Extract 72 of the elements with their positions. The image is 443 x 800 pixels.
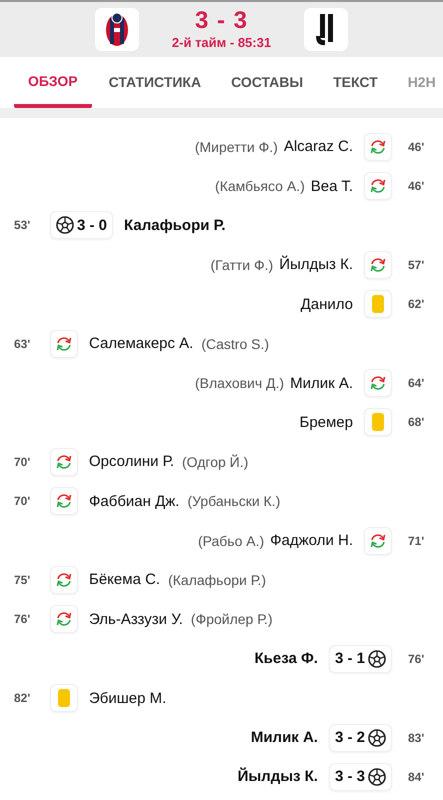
ball-icon — [368, 728, 386, 747]
minute-label: 71' — [408, 534, 426, 548]
substitution-icon — [364, 369, 392, 398]
booking-card-icon — [364, 290, 392, 318]
booking-card-icon — [50, 684, 78, 712]
minute-label: 76' — [14, 612, 32, 626]
player-off-name: (Камбьясо А.) — [215, 178, 305, 194]
player-name: Орсолини Р. — [89, 453, 174, 470]
match-score: 3 - 3 — [194, 8, 248, 34]
player-name: Бёкема С. — [89, 571, 160, 588]
player-name: Йылдыз К. — [238, 768, 318, 786]
player-name: Эль-Аззузи У. — [89, 610, 183, 628]
tab[interactable]: СТАТИСТИКА — [96, 57, 214, 108]
substitution-icon — [364, 526, 392, 555]
minute-label: 83' — [408, 730, 426, 745]
match-status: 2-й тайм - 85:31 — [172, 35, 272, 51]
substitution-icon — [364, 250, 392, 279]
goal-score: 3 - 2 — [334, 729, 365, 746]
minute-label: 53' — [14, 218, 32, 232]
player-name: Фаджоли Н. — [270, 532, 353, 550]
goal-score: 3 - 1 — [334, 650, 365, 668]
minute-label: 62' — [408, 297, 426, 312]
player-off-name: (Фройлер Р.) — [190, 611, 272, 628]
club-crest-icon[interactable] — [304, 8, 348, 51]
player-name: Эбишер М. — [89, 690, 166, 707]
minute-label: 70' — [14, 454, 32, 469]
substitution-icon — [50, 330, 78, 358]
substitution-icon — [50, 448, 78, 476]
substitution-icon — [50, 487, 78, 516]
player-name: Данило — [300, 296, 353, 313]
player-off-name: (Урбаньски К.) — [187, 493, 280, 510]
minute-label: 76' — [408, 652, 426, 666]
minute-label: 63' — [14, 336, 32, 351]
ball-icon — [368, 650, 386, 668]
goal-score: 3 - 0 — [77, 216, 108, 234]
substitution-icon — [50, 566, 78, 594]
player-name: Йылдыз К. — [279, 256, 353, 274]
player-name: Alcaraz C. — [284, 138, 353, 156]
player-off-name: (Калафьори Р.) — [168, 572, 266, 588]
minute-label: 46' — [408, 140, 426, 154]
player-name: Бремер — [299, 414, 353, 431]
substitution-icon — [50, 605, 78, 634]
tab[interactable]: СОСТАВЫ — [218, 57, 316, 108]
player-off-name: (Влахович Д.) — [195, 375, 284, 392]
minute-label: 57' — [408, 258, 426, 272]
club-crest-icon[interactable] — [95, 8, 139, 51]
substitution-icon — [364, 172, 392, 200]
minute-label: 75' — [14, 572, 32, 587]
goal-score: 3 - 3 — [334, 768, 365, 786]
booking-card-icon — [364, 408, 392, 436]
minute-label: 84' — [408, 770, 426, 784]
player-name: Салемакерс А. — [89, 335, 194, 352]
minute-label: 68' — [408, 415, 426, 430]
player-name: Милик А. — [290, 374, 353, 392]
player-name: Милик А. — [250, 729, 318, 746]
minute-label: 64' — [408, 376, 426, 390]
player-off-name: (Гатти Ф.) — [210, 256, 274, 273]
substitution-icon — [364, 132, 392, 161]
player-off-name: (Рабьо А.) — [198, 532, 264, 549]
minute-label: 82' — [14, 691, 32, 706]
player-off-name: (Одгор Й.) — [182, 454, 248, 470]
player-name: Bea T. — [310, 178, 353, 195]
player-off-name: (Миретти Ф.) — [194, 138, 278, 155]
ball-icon — [368, 768, 386, 786]
ball-icon — [56, 216, 74, 234]
player-name: Фаббиан Дж. — [89, 492, 180, 510]
player-name: Кьеза Ф. — [254, 650, 318, 668]
player-name: Калафьори Р. — [124, 216, 226, 234]
minute-label: 46' — [408, 179, 426, 194]
player-off-name: (Castro S.) — [201, 336, 270, 352]
tab[interactable]: ТЕКСТ — [320, 57, 391, 108]
minute-label: 70' — [14, 494, 32, 508]
